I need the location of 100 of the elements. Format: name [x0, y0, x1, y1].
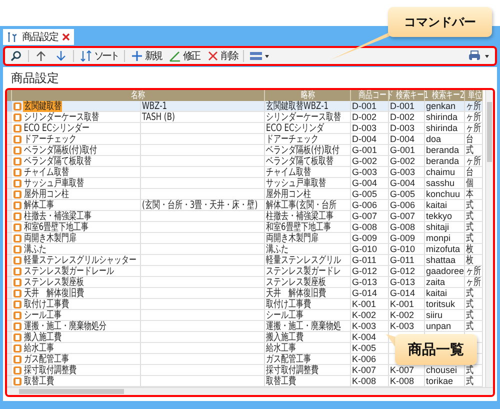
callout-label: 商品一覧: [395, 334, 477, 365]
item-name: 運搬・施工・廃棄物処分: [23, 320, 107, 332]
table-cell: 屋外用コン柱: [265, 189, 351, 200]
item-name: サッシュ戸車取替: [23, 178, 84, 188]
table-cell: G-009: [351, 233, 389, 244]
table-cell: 式: [465, 233, 483, 244]
table-cell: beranda: [425, 145, 465, 156]
toolbar-button[interactable]: 削除: [205, 49, 239, 63]
item-name: 取替工費: [23, 376, 54, 386]
table-cell: (玄関・台所・3畳・天井・床・壁): [141, 200, 265, 211]
table-cell: G-013: [351, 277, 389, 288]
table-cell: チャイム取替: [265, 167, 351, 178]
table-cell: 運搬・施工・廃棄物処: [265, 321, 351, 332]
column-header[interactable]: 略称: [300, 90, 314, 101]
table-cell: K-004: [351, 332, 389, 343]
table-cell: G-008: [351, 222, 389, 233]
item-name: ベランダ隔板(付)取付: [23, 144, 98, 156]
table-cell: 給水工事: [265, 343, 351, 354]
table-cell: 式: [465, 310, 483, 321]
table-cell: 天井 解体復旧費: [265, 288, 351, 299]
table-cell: ガス配管工事: [265, 354, 351, 365]
tab[interactable]: 商品設定: [3, 29, 74, 45]
item-name: シリンダーケース取替: [23, 112, 100, 122]
table-cell: G-002: [351, 156, 389, 167]
table-cell: 取替工費: [265, 376, 351, 387]
table-cell: chaimu: [425, 167, 465, 178]
item-name: チャイム取替: [23, 166, 69, 178]
column-header[interactable]: 名称: [131, 90, 145, 101]
table-cell: G-011: [389, 255, 425, 266]
item-name: 玄関鍵取替: [23, 100, 62, 112]
table-cell: G-005: [351, 189, 389, 200]
table-cell: kaitai: [425, 200, 465, 211]
table-cell: D-001: [389, 101, 425, 112]
table-cell: tekkyo: [425, 211, 465, 222]
table-cell: G-010: [351, 244, 389, 255]
table-cell: D-003: [351, 123, 389, 134]
table-cell: シリンダーケース取替: [265, 112, 351, 123]
table-cell: 本: [465, 189, 483, 200]
item-name: ベランダ隔て板取替: [23, 156, 92, 166]
table-cell: G-007: [389, 211, 425, 222]
table-cell: shirinda: [425, 123, 465, 134]
table-cell: サッシュ戸車取替: [265, 178, 351, 189]
item-name: シール工事: [23, 310, 62, 320]
table-cell: 式: [465, 321, 483, 332]
table-cell: K-003: [351, 321, 389, 332]
table-cell: K-002: [389, 310, 425, 321]
table-cell: ドアーチェック: [265, 134, 351, 145]
table-cell: G-001: [389, 145, 425, 156]
table-cell: 採寸取付調整費: [265, 365, 351, 376]
table-cell: G-011: [351, 255, 389, 266]
table-cell: ベランダ隔て板取替: [265, 156, 351, 167]
table-cell: konchuu: [425, 189, 465, 200]
table-cell: beranda: [425, 156, 465, 167]
item-name: 解体工事: [23, 200, 54, 210]
table-cell: chousei: [425, 365, 465, 376]
page-title: 商品設定: [10, 70, 60, 87]
item-name: 搬入施工費: [23, 332, 62, 342]
table-cell: ヶ所: [465, 156, 483, 167]
table-cell: shitaji: [425, 222, 465, 233]
table-cell: ステンレス製座板: [265, 277, 351, 288]
table-cell: WBZ-1: [141, 101, 265, 112]
table-cell: unpan: [425, 321, 465, 332]
table-cell: G-010: [389, 244, 425, 255]
table-cell: K-001: [351, 299, 389, 310]
table-cell: 柱撤去・補強梁工事: [265, 211, 351, 222]
table-cell: ヶ所: [465, 101, 483, 112]
table-cell: 式: [465, 200, 483, 211]
table-cell: 枚: [465, 244, 483, 255]
table-cell: genkan: [425, 101, 465, 112]
table-cell: G-012: [389, 266, 425, 277]
table-cell: K-005: [351, 343, 389, 354]
toolbar-button[interactable]: 新規: [129, 49, 163, 63]
table-cell: doa: [425, 134, 465, 145]
table-cell: 式: [465, 365, 483, 376]
toolbar-button[interactable]: ソート: [78, 49, 120, 63]
table-cell: sasshu: [425, 178, 465, 189]
table-cell: ヶ所: [465, 123, 483, 134]
column-header[interactable]: 検索キー1: [396, 90, 428, 101]
table-cell: K-006: [351, 354, 389, 365]
tab-label: 商品設定: [22, 30, 58, 44]
table-cell: shirinda: [425, 112, 465, 123]
table-cell: G-003: [389, 167, 425, 178]
table-cell: 取付け工事費: [265, 299, 351, 310]
table-cell: G-006: [389, 200, 425, 211]
table-cell: G-001: [351, 145, 389, 156]
table-cell: 台: [465, 167, 483, 178]
table-cell: K-003: [389, 321, 425, 332]
table-cell: 式: [465, 299, 483, 310]
table-cell: monpi: [425, 233, 465, 244]
item-name: 屋外用コン柱: [23, 188, 69, 200]
toolbar-button[interactable]: 修正: [167, 49, 201, 63]
table-cell: 軽量ステンレスグリル: [265, 255, 351, 266]
table-cell: D-002: [389, 112, 425, 123]
item-name: ステンレス製座板: [23, 276, 84, 288]
item-name: 和室6畳壁下地工事: [23, 222, 90, 232]
table-cell: G-002: [389, 156, 425, 167]
table-cell: kaitai: [425, 288, 465, 299]
table-cell: シール工事: [265, 310, 351, 321]
callout-label: コマンドバー: [388, 7, 492, 37]
table-cell: 枚: [465, 255, 483, 266]
